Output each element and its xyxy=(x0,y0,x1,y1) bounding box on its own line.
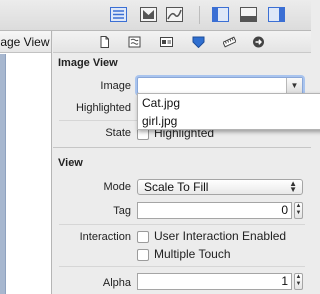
size-inspector-icon[interactable] xyxy=(223,36,236,48)
assistant-editor-icon[interactable] xyxy=(140,7,157,22)
navigator-toggle-icon[interactable] xyxy=(110,7,127,22)
mode-popup-button[interactable]: Scale To Fill ▲ ▼ xyxy=(137,179,303,195)
identity-inspector-icon[interactable] xyxy=(160,36,173,48)
toolbar-separator xyxy=(199,6,200,24)
image-view-section-title: Image View xyxy=(58,57,118,69)
section-divider xyxy=(53,147,311,148)
dropdown-option[interactable]: girl.jpg xyxy=(138,112,320,130)
left-panel-toggle-icon[interactable] xyxy=(212,7,229,22)
attributes-inspector-icon[interactable] xyxy=(192,36,205,48)
state-label: State xyxy=(105,127,131,139)
multiple-touch-label: Multiple Touch xyxy=(154,247,231,261)
image-label: Image xyxy=(100,80,131,92)
image-combo-box[interactable]: ▼ xyxy=(137,77,303,94)
tag-label: Tag xyxy=(113,205,131,217)
version-editor-icon[interactable] xyxy=(166,7,183,22)
interaction-label: Interaction xyxy=(79,231,131,243)
updown-arrows-icon: ▲ ▼ xyxy=(289,179,297,194)
combo-arrow-icon[interactable]: ▼ xyxy=(286,78,302,93)
alpha-field[interactable]: 1 xyxy=(137,273,292,290)
right-panel-toggle-icon[interactable] xyxy=(268,7,285,22)
inspector-tabs xyxy=(53,31,311,53)
multiple-touch-checkbox[interactable] xyxy=(137,249,149,261)
highlighted-label: Highlighted xyxy=(75,102,131,114)
user-interaction-checkbox[interactable] xyxy=(137,231,149,243)
alpha-label: Alpha xyxy=(102,277,131,289)
selected-outline-strip xyxy=(0,54,6,294)
row-divider xyxy=(59,224,305,225)
quick-help-icon[interactable] xyxy=(128,36,141,48)
utilities-inspector: Image View Image ▼ Cat.jpg girl.jpg High… xyxy=(53,31,320,294)
file-inspector-icon[interactable] xyxy=(98,36,111,48)
tag-stepper[interactable]: ▲ ▼ xyxy=(294,202,303,219)
document-outline-panel: Image View xyxy=(0,31,52,294)
mode-popup-value: Scale To Fill xyxy=(144,180,209,194)
outline-header: Image View xyxy=(0,31,51,53)
outline-header-label: Image View xyxy=(0,35,50,49)
image-dropdown-list: Cat.jpg girl.jpg xyxy=(137,93,320,130)
user-interaction-label: User Interaction Enabled xyxy=(154,229,287,243)
dropdown-option[interactable]: Cat.jpg xyxy=(138,94,320,112)
mode-label: Mode xyxy=(103,181,131,193)
view-section-title: View xyxy=(58,157,83,169)
bottom-panel-toggle-icon[interactable] xyxy=(240,7,257,22)
row-divider xyxy=(59,266,305,267)
connections-inspector-icon[interactable] xyxy=(252,36,265,48)
alpha-stepper[interactable]: ▲ ▼ xyxy=(294,273,303,290)
toolbar xyxy=(0,0,311,31)
tag-field[interactable]: 0 xyxy=(137,202,292,219)
